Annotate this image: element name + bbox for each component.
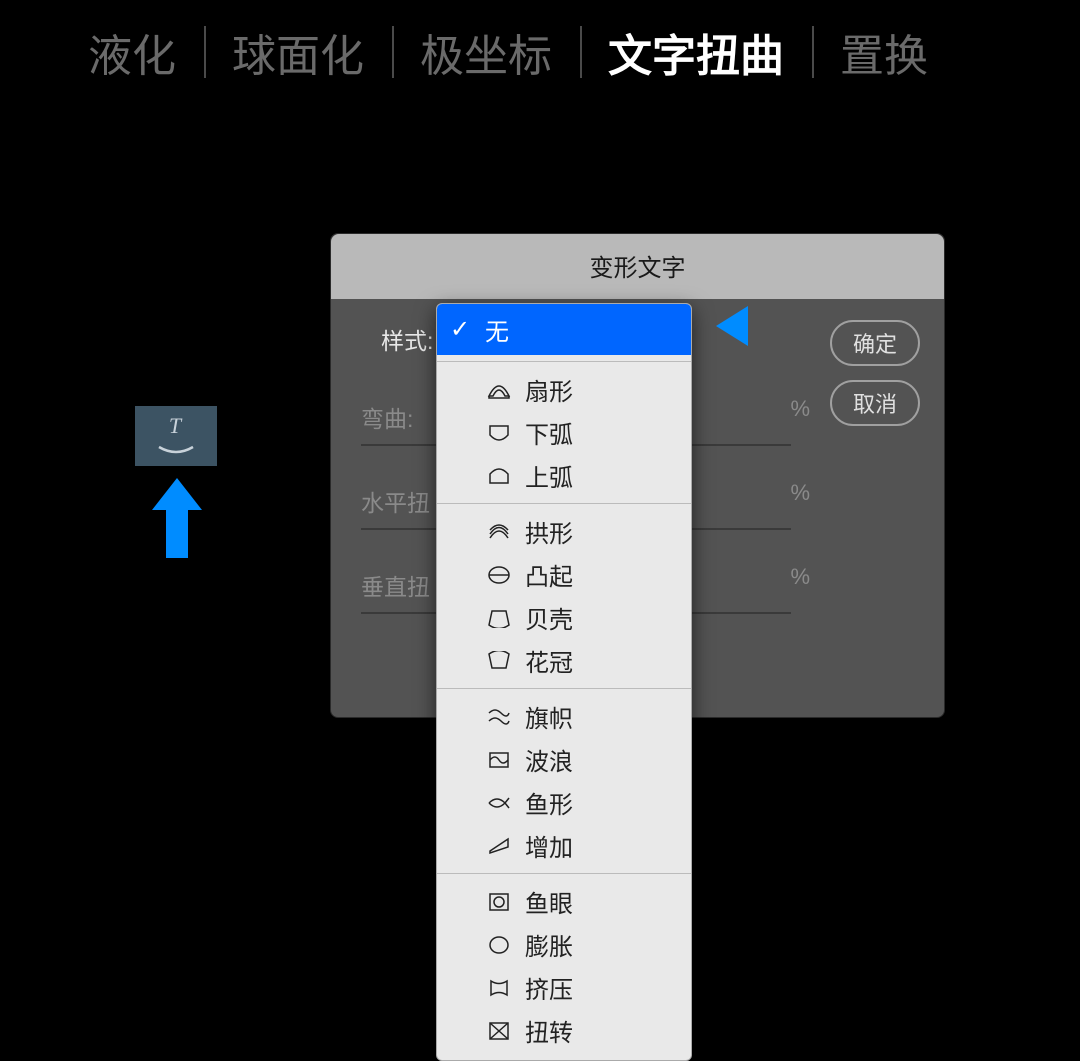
arc-lower-icon [485,420,513,446]
dropdown-item-label: 拱形 [525,514,573,549]
wave-icon [485,747,513,773]
dropdown-item-bulge[interactable]: 凸起 [437,553,691,596]
svg-text:T: T [169,415,183,438]
fish-icon [485,790,513,816]
dropdown-divider [437,361,691,362]
fisheye-icon [485,889,513,915]
tab-text-warp[interactable]: 文字扭曲 [580,20,812,84]
dropdown-divider [437,688,691,689]
dropdown-item-label: 膨胀 [525,927,573,962]
dropdown-item-label: 挤压 [525,970,573,1005]
dropdown-item-none[interactable]: ✓ 无 [437,304,691,355]
dropdown-item-rise[interactable]: 增加 [437,824,691,867]
dropdown-item-label: 贝壳 [525,600,573,635]
bulge-icon [485,562,513,588]
cancel-button[interactable]: 取消 [830,380,920,426]
dropdown-item-label: 扭转 [525,1013,573,1048]
top-tabs: 液化 球面化 极坐标 文字扭曲 置换 [0,0,1080,104]
arc-upper-icon [485,463,513,489]
dropdown-item-wave[interactable]: 波浪 [437,738,691,781]
dropdown-divider [437,873,691,874]
dropdown-item-shell-upper[interactable]: 花冠 [437,639,691,682]
dropdown-item-label: 增加 [525,828,573,863]
dropdown-item-arc[interactable]: 扇形 [437,368,691,411]
style-dropdown[interactable]: ✓ 无 扇形 下弧 上弧 拱形 凸起 [436,303,692,1061]
shell-upper-icon [485,648,513,674]
dropdown-item-label: 下弧 [525,415,573,450]
arch-icon [485,519,513,545]
horizontal-distort-unit: % [790,480,810,506]
pointer-arrow-left-icon [716,306,748,346]
tab-displace[interactable]: 置换 [812,20,956,84]
dropdown-item-label: 鱼眼 [525,884,573,919]
dropdown-item-label: 鱼形 [525,785,573,820]
dropdown-item-label: 凸起 [525,557,573,592]
dropdown-item-label: 扇形 [525,372,573,407]
dialog-buttons: 确定 取消 [830,320,920,426]
tab-liquify[interactable]: 液化 [60,20,204,84]
check-icon: ✓ [447,315,473,344]
dropdown-item-label: 波浪 [525,742,573,777]
dialog-title: 变形文字 [331,234,944,299]
warp-text-tool-icon[interactable]: T [135,406,217,466]
dropdown-item-label: 花冠 [525,643,573,678]
dropdown-item-arch[interactable]: 拱形 [437,510,691,553]
style-label: 样式: [381,322,433,356]
horizontal-distort-label: 水平扭 [361,490,430,516]
flag-icon [485,704,513,730]
dropdown-item-twist[interactable]: 扭转 [437,1009,691,1052]
dropdown-item-shell-lower[interactable]: 贝壳 [437,596,691,639]
dropdown-item-fisheye[interactable]: 鱼眼 [437,880,691,923]
dropdown-item-label: 旗帜 [525,699,573,734]
pointer-arrow-up-icon [152,478,202,558]
dropdown-item-fish[interactable]: 鱼形 [437,781,691,824]
tab-polar[interactable]: 极坐标 [392,20,580,84]
shell-lower-icon [485,605,513,631]
dropdown-divider [437,503,691,504]
vertical-distort-unit: % [790,564,810,590]
dropdown-item-label: 无 [485,312,509,347]
tab-spherize[interactable]: 球面化 [204,20,392,84]
ok-button[interactable]: 确定 [830,320,920,366]
twist-icon [485,1018,513,1044]
dropdown-item-squeeze[interactable]: 挤压 [437,966,691,1009]
vertical-distort-label: 垂直扭 [361,574,430,600]
dropdown-item-flag[interactable]: 旗帜 [437,695,691,738]
dropdown-item-label: 上弧 [525,458,573,493]
inflate-icon [485,932,513,958]
dropdown-item-inflate[interactable]: 膨胀 [437,923,691,966]
squeeze-icon [485,975,513,1001]
bend-label: 弯曲: [361,406,413,432]
arc-icon [485,377,513,403]
dropdown-item-arc-lower[interactable]: 下弧 [437,411,691,454]
rise-icon [485,833,513,859]
dropdown-item-arc-upper[interactable]: 上弧 [437,454,691,497]
bend-unit: % [790,396,810,422]
